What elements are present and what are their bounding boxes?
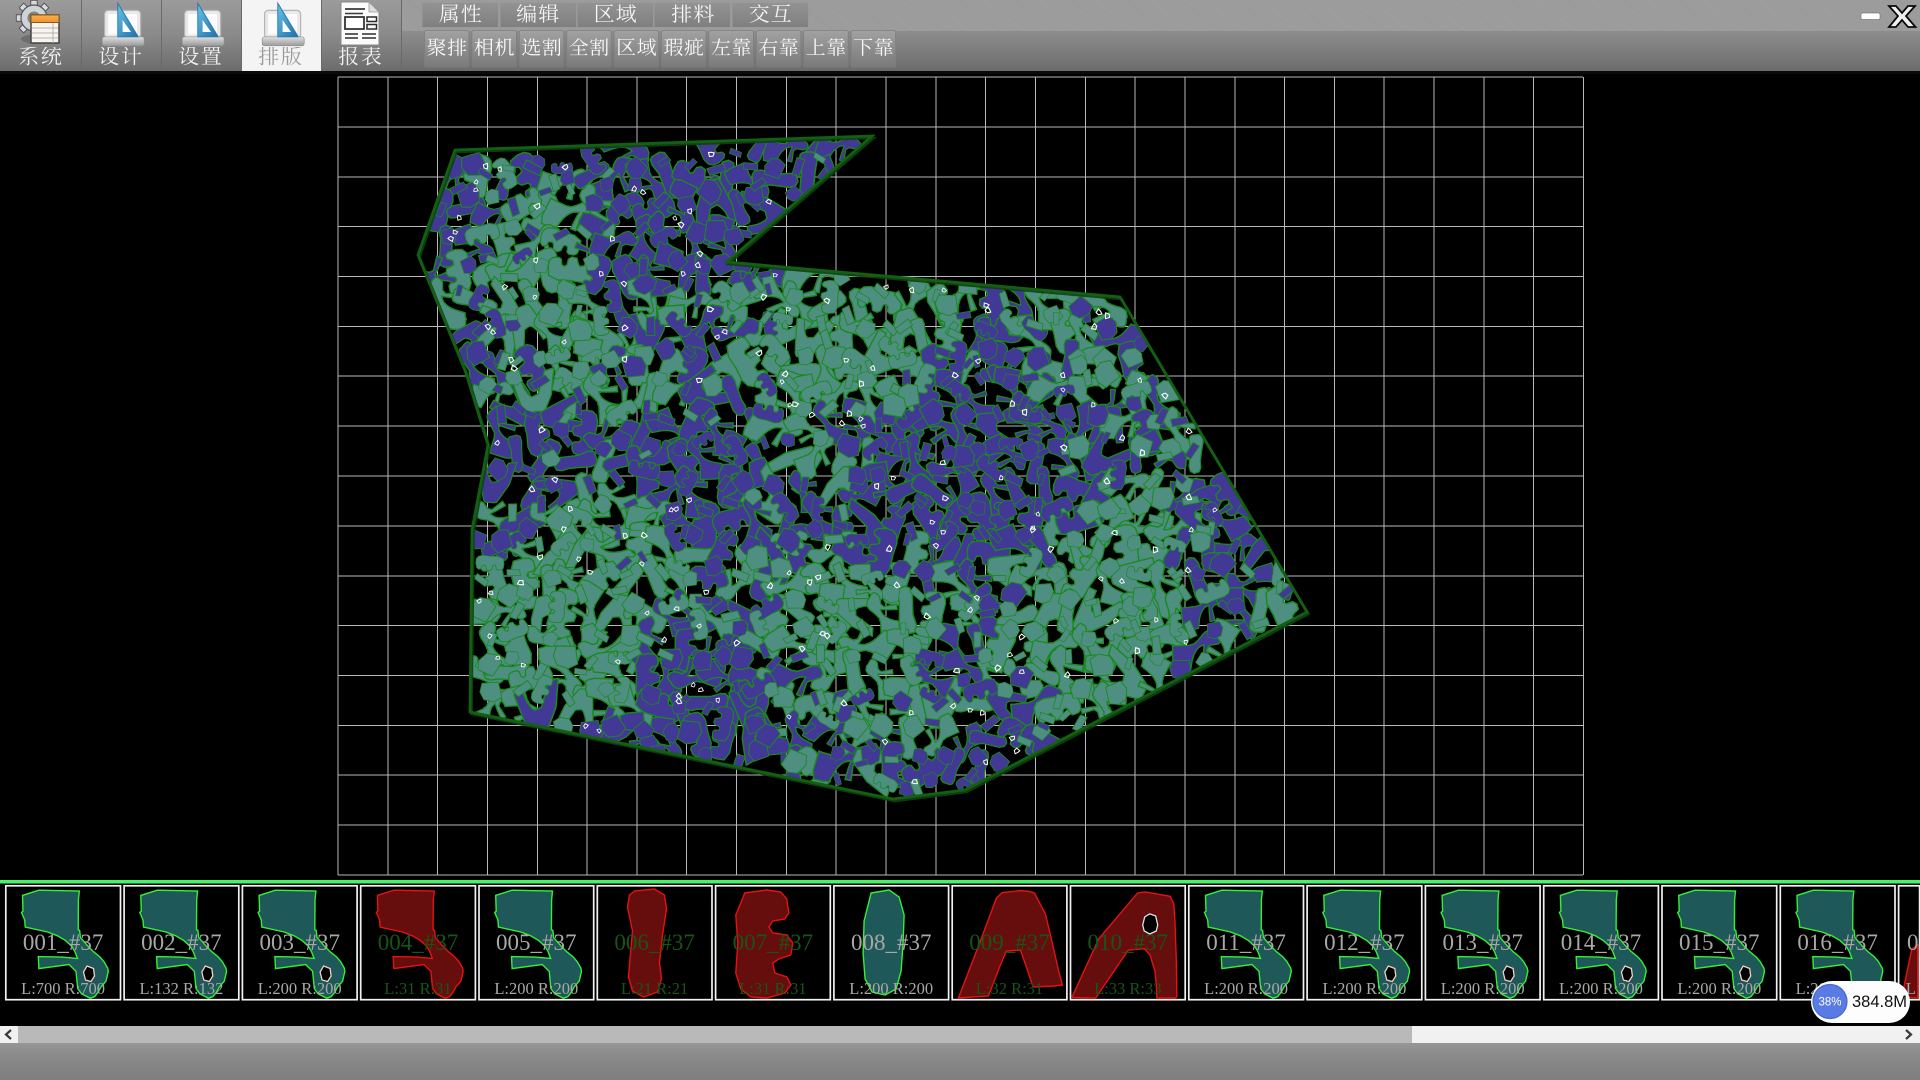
svg-text:L:200 R:200: L:200 R:200 bbox=[1441, 979, 1525, 998]
svg-text:L:200 R:200: L:200 R:200 bbox=[1677, 979, 1761, 998]
svg-text:L:132 R:132: L:132 R:132 bbox=[139, 979, 223, 998]
svg-text:L:32 R:31: L:32 R:31 bbox=[976, 979, 1043, 998]
svg-text:L:31 R:31: L:31 R:31 bbox=[384, 979, 451, 998]
svg-text:014_#37: 014_#37 bbox=[1561, 930, 1642, 955]
svg-text:L:33 R:33: L:33 R:33 bbox=[1094, 979, 1161, 998]
svg-text:007_#37: 007_#37 bbox=[733, 930, 814, 955]
svg-text:006_#37: 006_#37 bbox=[614, 930, 695, 955]
svg-text:38%: 38% bbox=[1818, 997, 1841, 1009]
svg-text:011_#37: 011_#37 bbox=[1206, 930, 1286, 955]
svg-text:003_#37: 003_#37 bbox=[259, 930, 340, 955]
svg-text:0: 0 bbox=[1907, 930, 1919, 955]
svg-text:002_#37: 002_#37 bbox=[141, 930, 222, 955]
svg-text:L:200 R:200: L:200 R:200 bbox=[1322, 979, 1406, 998]
svg-text:008_#37: 008_#37 bbox=[851, 930, 932, 955]
svg-text:001_#37: 001_#37 bbox=[23, 930, 104, 955]
svg-text:L:21 R:21: L:21 R:21 bbox=[621, 979, 688, 998]
svg-text:384.8M: 384.8M bbox=[1852, 993, 1907, 1011]
svg-text:L:700 R:700: L:700 R:700 bbox=[21, 979, 105, 998]
svg-text:010_#37: 010_#37 bbox=[1088, 930, 1169, 955]
svg-text:005_#37: 005_#37 bbox=[496, 930, 577, 955]
svg-text:L:200 R:200: L:200 R:200 bbox=[258, 979, 342, 998]
svg-text:L:31 R:31: L:31 R:31 bbox=[739, 979, 806, 998]
svg-text:L:200 R:200: L:200 R:200 bbox=[494, 979, 578, 998]
svg-text:004_#37: 004_#37 bbox=[378, 930, 459, 955]
svg-text:012_#37: 012_#37 bbox=[1324, 930, 1405, 955]
svg-text:009_#37: 009_#37 bbox=[969, 930, 1050, 955]
svg-text:015_#37: 015_#37 bbox=[1679, 930, 1760, 955]
svg-text:L:200 R:200: L:200 R:200 bbox=[1559, 979, 1643, 998]
svg-text:013_#37: 013_#37 bbox=[1442, 930, 1523, 955]
svg-text:L:200 R:200: L:200 R:200 bbox=[1204, 979, 1288, 998]
svg-text:016_#37: 016_#37 bbox=[1797, 930, 1878, 955]
svg-text:L:200 R:200: L:200 R:200 bbox=[849, 979, 933, 998]
